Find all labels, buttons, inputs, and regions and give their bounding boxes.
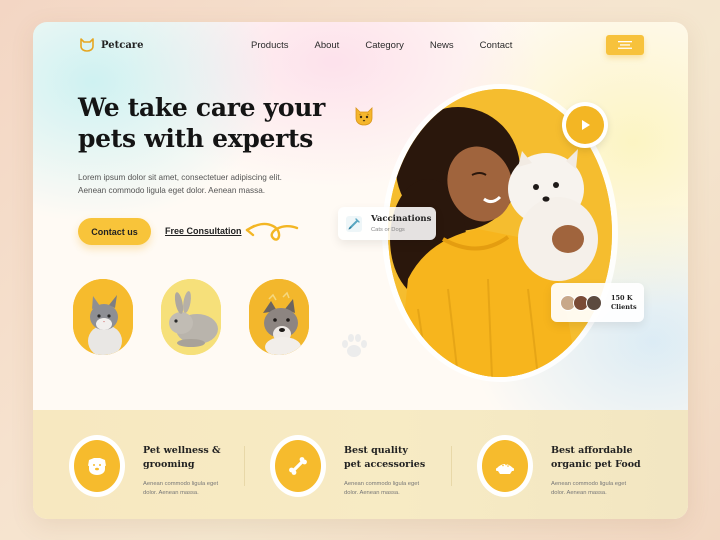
feature-title-line-1: Pet wellness & [143, 445, 221, 456]
rabbit-photo [161, 279, 221, 355]
hamburger-icon [618, 41, 632, 49]
menu-button[interactable] [606, 35, 644, 55]
vaccinations-badge[interactable]: Vaccinations Cats or Dogs [338, 207, 436, 240]
cat-face-icon [355, 107, 373, 126]
feature-title: Best affordable organic pet Food [551, 444, 651, 472]
description-line-1: Lorem ipsum dolor sit amet, consectetuer… [78, 173, 282, 182]
play-button-inner [566, 106, 604, 144]
feature-icon-ring [69, 435, 125, 497]
clients-count: 150 K Clients [611, 294, 637, 312]
feature-icon-ring [270, 435, 326, 497]
feature-icon-circle [482, 440, 528, 492]
feature-description: Aenean commodo ligula eget dolor. Aenean… [344, 480, 434, 498]
nav-category[interactable]: Category [365, 40, 404, 51]
contact-us-button[interactable]: Contact us [78, 218, 151, 245]
cat-photo [73, 279, 133, 355]
feature-desc-line-2: dolor. Aenean massa. [551, 490, 607, 496]
feature-desc-line-2: dolor. Aenean massa. [344, 490, 400, 496]
avatar [586, 295, 602, 311]
dog-face-icon [88, 458, 106, 475]
play-icon [582, 120, 590, 130]
feature-title-line-2: pet accessories [344, 459, 426, 470]
pet-thumb-rabbit[interactable] [161, 279, 221, 355]
feature-title-line-1: Best affordable [551, 445, 633, 456]
bone-icon [289, 457, 307, 475]
squiggle-arrow-icon [245, 222, 299, 241]
clients-label: Clients [611, 303, 637, 311]
food-bowl-icon [496, 463, 514, 474]
vaccinations-subtitle: Cats or Dogs [371, 227, 405, 233]
paw-print-icon [342, 334, 367, 357]
feature-title: Pet wellness & grooming [143, 444, 243, 472]
feature-description: Aenean commodo ligula eget dolor. Aenean… [551, 480, 641, 498]
hero-headline: We take care your pets with experts [78, 92, 368, 154]
pet-thumb-dog[interactable] [249, 279, 309, 355]
headline-line-1: We take care your [78, 93, 325, 122]
logo-text: Petcare [101, 39, 144, 51]
feature-desc-line-1: Aenean commodo ligula eget [143, 481, 219, 487]
play-video-button[interactable] [562, 102, 608, 148]
dog-photo [249, 279, 309, 355]
feature-desc-line-2: dolor. Aenean massa. [143, 490, 199, 496]
feature-desc-line-1: Aenean commodo ligula eget [344, 481, 420, 487]
nav-products[interactable]: Products [251, 40, 289, 51]
nav-news[interactable]: News [430, 40, 454, 51]
free-consultation-link[interactable]: Free Consultation [165, 226, 242, 236]
headline-line-2: pets with experts [78, 124, 314, 153]
main-nav: Products About Category News Contact [251, 40, 538, 51]
feature-title: Best quality pet accessories [344, 444, 444, 472]
hero-description: Lorem ipsum dolor sit amet, consectetuer… [78, 171, 318, 197]
feature-icon-circle [275, 440, 321, 492]
feature-divider [451, 446, 452, 486]
syringe-icon [346, 216, 362, 232]
feature-divider [244, 446, 245, 486]
description-line-2: Aenean commodo ligula eget dolor. Aenean… [78, 186, 266, 195]
feature-icon-ring [477, 435, 533, 497]
feature-title-line-2: grooming [143, 459, 195, 470]
logo[interactable]: Petcare [79, 38, 143, 52]
vaccinations-title: Vaccinations [371, 214, 432, 224]
feature-description: Aenean commodo ligula eget dolor. Aenean… [143, 480, 233, 498]
feature-icon-circle [74, 440, 120, 492]
clients-badge: 150 K Clients [551, 283, 644, 322]
cat-logo-icon [80, 38, 94, 52]
features-band: Pet wellness & grooming Aenean commodo l… [33, 410, 688, 519]
landing-card: Petcare Products About Category News Con… [33, 22, 688, 519]
nav-about[interactable]: About [315, 40, 340, 51]
nav-contact[interactable]: Contact [480, 40, 513, 51]
pet-thumb-cat[interactable] [73, 279, 133, 355]
feature-title-line-2: organic pet Food [551, 459, 641, 470]
feature-title-line-1: Best quality [344, 445, 408, 456]
clients-number: 150 K [611, 294, 633, 302]
feature-desc-line-1: Aenean commodo ligula eget [551, 481, 627, 487]
